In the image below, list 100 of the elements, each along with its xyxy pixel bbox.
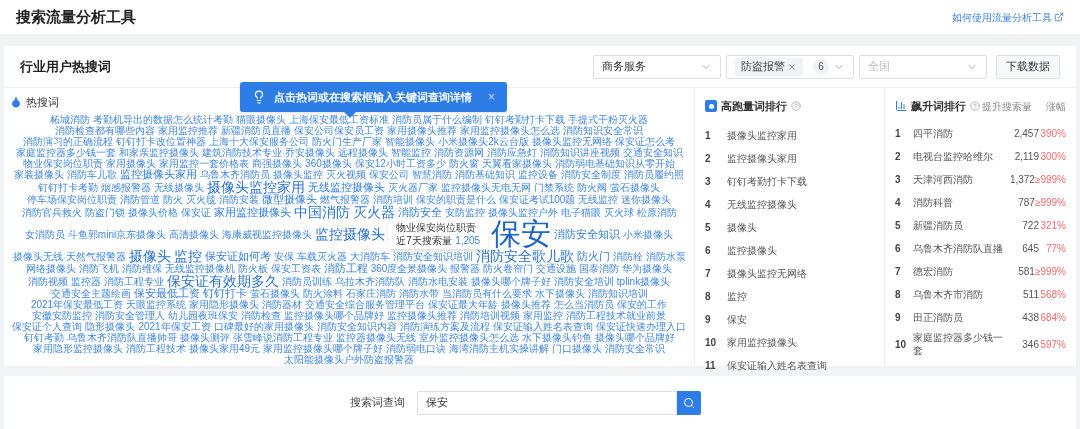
word-cloud-word[interactable]: 消防栓 [612,250,643,262]
word-cloud-word[interactable]: 保安最低工资 [133,288,200,299]
ranking-word[interactable]: 无线监控摄像头 [727,197,797,212]
word-cloud-word[interactable]: 消防安全知识内容 [316,321,397,332]
word-cloud-word[interactable]: 消防管道 [119,194,160,205]
word-cloud-word[interactable]: 摄像头哪个牌子好 [470,275,551,287]
word-cloud-word[interactable]: 消防弱电基础知识从零开始 [554,158,675,169]
word-cloud-word[interactable]: 消防维保 [121,263,162,274]
word-cloud-word[interactable]: 海康威视监控摄像头 [222,228,313,240]
multi-select-field[interactable]: 防盗报警 6 [726,54,854,79]
word-cloud-word[interactable]: 石家庄消防 [345,288,396,299]
ranking-word[interactable]: 摄像头监控无网络 [727,266,807,281]
word-cloud-word[interactable]: 保安工资表 [270,263,321,274]
word-cloud-word[interactable]: 保安12小时工资多少 [354,158,446,169]
word-cloud-word[interactable]: 消防知识讲座视频 [539,147,620,158]
word-cloud-word[interactable]: 报警器 [450,263,481,274]
word-cloud-word[interactable]: 消防员训练 [281,275,332,287]
ranking-word[interactable]: 电视台监控哈维尔 [913,150,1005,163]
word-cloud-word[interactable]: 防盗门锁 [84,206,125,218]
word-cloud-word[interactable]: 消防演习的正确流程 [23,136,114,147]
word-cloud-word[interactable]: 天眼监控系统 [126,299,187,310]
word-cloud-word[interactable]: 家用摄像头推荐 [387,125,457,136]
ranking-word[interactable]: 家庭监控器多少钱一套 [913,331,1005,357]
word-cloud-word[interactable]: 消防工程技术 [125,343,186,354]
word-cloud-word[interactable]: 烟感报警器 [101,181,151,193]
ranking-word[interactable]: 保安 [727,312,747,327]
word-cloud-word[interactable]: 监控摄像头推荐 [387,310,457,321]
word-cloud-word[interactable]: 消防工程技术就业前景 [566,310,666,321]
word-cloud-word[interactable]: 保安的工作 [617,299,668,310]
word-cloud-word[interactable]: 消防官兵救火 [21,206,82,218]
word-cloud-word[interactable]: 幼儿园夜班保安 [168,310,238,321]
word-cloud-word[interactable]: 停车场保安岗位职责 [26,194,117,205]
word-cloud-word[interactable]: 交通安全知识 [622,147,683,158]
word-cloud-word[interactable]: 家装摄像头 [14,169,64,180]
search-field[interactable]: 保安 [416,390,677,415]
word-cloud-word[interactable]: 家用隐形摄像头 [189,299,260,310]
word-cloud-word[interactable]: 监控摄像头 [315,227,386,241]
ranking-word[interactable]: 田正消防员 [913,311,1005,324]
word-cloud-word[interactable]: 消防水带 [398,288,439,299]
word-cloud-word[interactable]: 摄像头 [128,249,171,263]
word-cloud-word[interactable]: 消防车儿歌 [67,169,117,180]
word-cloud-word[interactable]: 防火门生产厂家 [312,136,383,147]
word-cloud-word[interactable]: 考勤机导出的数据怎么统计考勤 [93,114,233,125]
word-cloud-word[interactable]: 家用隐形监控摄像头 [32,343,123,354]
word-cloud-word[interactable]: 保安证最大年龄 [428,299,499,310]
word-cloud-word[interactable]: 智慧消防 [412,169,452,180]
word-cloud-word[interactable]: 家用监控摄像头 [213,206,291,218]
word-cloud-word[interactable]: 无线摄像头 [154,181,204,193]
word-cloud-word[interactable]: 萤石摄像头 [249,288,300,299]
word-cloud-word[interactable]: 摄像头家用49元 [188,343,261,354]
word-cloud-word[interactable]: 监控器摄像头无线 [335,332,416,343]
word-cloud-word[interactable]: 360摄像头 [305,158,352,169]
word-cloud-word[interactable]: 消防弱电口诀 [386,343,447,354]
close-button[interactable]: × [488,88,495,106]
word-cloud-word[interactable]: 水下摄像头钓鱼 [521,332,592,343]
word-cloud-word[interactable]: 太阳能摄像头户外防盗报警器 [284,354,414,365]
word-cloud-word[interactable]: 摄像头推荐 [501,299,552,310]
word-cloud-word[interactable]: 消防安全 [397,206,442,218]
word-cloud-word[interactable]: 消防安全歌儿歌 [475,249,574,263]
word-cloud-word[interactable]: 高清摄像头 [169,228,220,240]
word-cloud-word[interactable]: 摄像头监控户外 [487,206,558,218]
word-cloud-word[interactable]: 中国消防 [293,205,350,219]
word-cloud-word[interactable]: 怎么当消防员 [554,299,615,310]
ranking-word[interactable]: 四平消防 [913,127,1005,140]
word-cloud-word[interactable]: 消防应急灯 [486,147,537,158]
word-cloud-word[interactable]: 无线监控摄像机 [164,263,235,274]
word-cloud-word[interactable]: 燃气报警器 [319,194,370,205]
word-cloud-word[interactable]: 消防员履约照 [624,169,684,180]
word-cloud-word[interactable]: 消防飞机 [78,263,119,274]
ranking-word[interactable]: 监控 [727,289,747,304]
word-cloud-word[interactable]: 家用监控一套价格表 [159,158,250,169]
ranking-word[interactable]: 钉钉考勤打卡下载 [727,174,807,189]
ranking-word[interactable]: 新疆消防员 [913,219,1005,232]
word-cloud-word[interactable]: 消防安全知识培训 [392,250,473,262]
word-cloud-word[interactable]: 建筑消防技术专业 [201,147,282,158]
word-cloud-word[interactable]: 防火阀 [577,181,607,193]
help-link[interactable]: 如何使用流量分析工具 [952,9,1064,25]
word-cloud-word[interactable]: 无线监控 [578,194,619,205]
word-cloud-word[interactable]: 保安公司保安员工资 [294,125,384,136]
word-cloud-word[interactable]: 摄像头监控无网络 [531,136,612,147]
word-cloud-word[interactable]: 安徽安防监控 [32,310,92,321]
download-button[interactable]: 下载数据 [996,54,1060,79]
ranking-word[interactable]: 德宏消防 [913,265,1005,278]
word-cloud-word[interactable]: 智能监控 [390,147,431,158]
word-cloud-word[interactable]: 家用摄像头 [106,158,157,169]
word-cloud-word[interactable]: 家用监控摄像头哪个牌子好 [263,343,384,354]
word-cloud-word[interactable]: 乌鲁木齐消防员 [200,169,270,180]
word-cloud-word[interactable]: 摄像头监控家用 [207,180,305,194]
word-cloud-word[interactable]: 消防安全知识 [554,228,621,240]
word-cloud-word[interactable]: 消防演练方案及流程 [399,321,490,332]
ranking-word[interactable]: 监控摄像头 [727,243,777,258]
word-cloud-word[interactable]: 交通设施 [536,263,577,274]
word-cloud-word[interactable]: 摄像头监控 [273,169,323,180]
word-cloud-word[interactable]: 消防工程专业 [103,275,164,287]
word-cloud-word[interactable]: 保安证如何考 [204,250,271,262]
ranking-word[interactable]: 乌鲁木齐消防队直播 [913,242,1005,255]
word-cloud-word[interactable]: 保安证 [180,206,211,218]
word-cloud-word[interactable]: 360度全景摄像头 [370,263,448,274]
word-cloud-word[interactable]: 女消防员 [24,228,65,240]
word-cloud-word[interactable]: 监控摄像头哪个品牌好 [284,310,384,321]
